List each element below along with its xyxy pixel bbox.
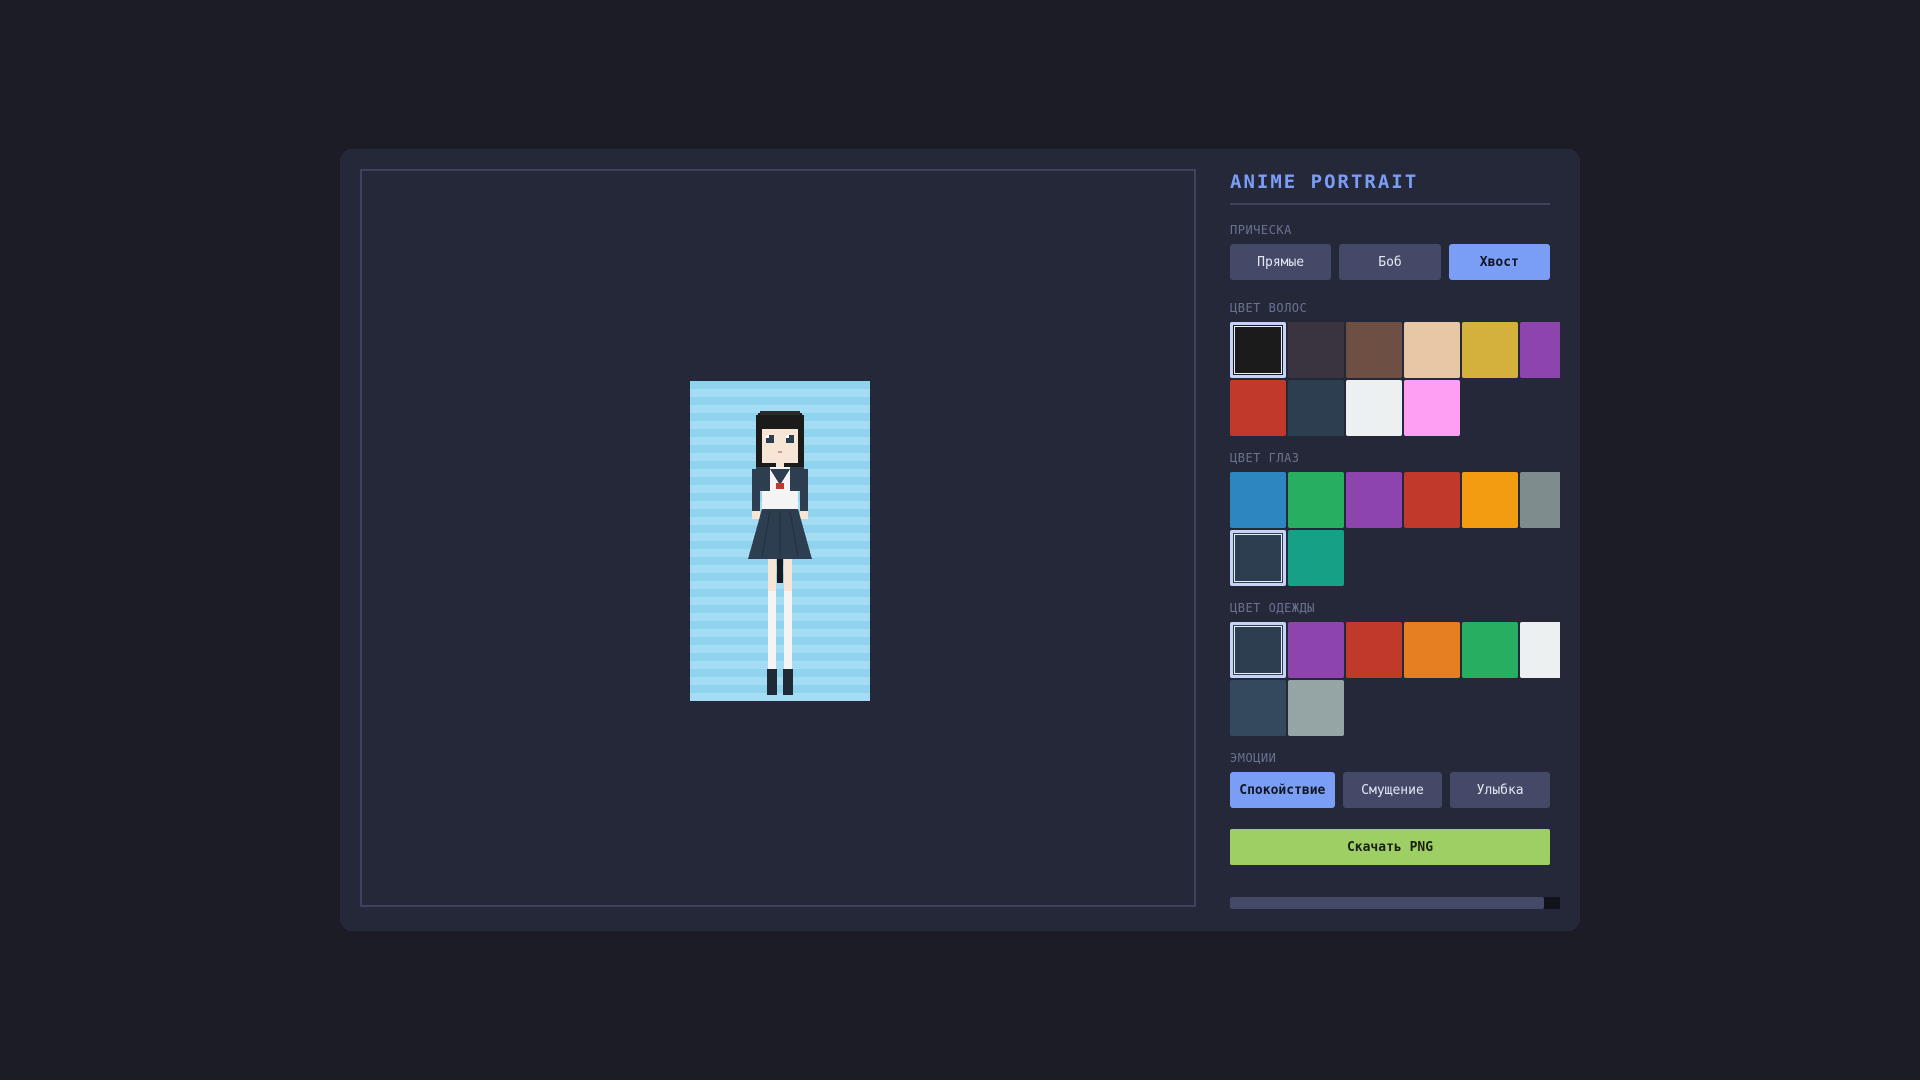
clothes-color-swatch[interactable] <box>1346 622 1402 678</box>
canvas-stage <box>360 169 1196 907</box>
clothes-color-swatch[interactable] <box>1462 622 1518 678</box>
hair-tail <box>777 559 783 583</box>
emotion-button-embarrassed[interactable]: Смущение <box>1342 772 1443 808</box>
hair-color-swatch[interactable] <box>1462 322 1518 378</box>
eye-color-swatch[interactable] <box>1288 472 1344 528</box>
hairstyle-options: Прямые Боб Хвост <box>1230 244 1550 280</box>
eye-color-swatch[interactable] <box>1404 472 1460 528</box>
shoe-right <box>783 669 793 695</box>
hairstyle-button-straight[interactable]: Прямые <box>1230 244 1332 280</box>
emotion-button-smile[interactable]: Улыбка <box>1450 772 1550 808</box>
mouth <box>778 451 782 453</box>
arm-right <box>800 469 808 513</box>
bow <box>776 483 784 489</box>
hair-top <box>760 411 800 415</box>
shoe-left <box>767 669 777 695</box>
download-png-button[interactable]: Скачать PNG <box>1230 829 1550 865</box>
panel-scrollbar[interactable] <box>1230 897 1560 909</box>
hair-color-swatch[interactable] <box>1288 322 1344 378</box>
eye-color-swatch[interactable] <box>1288 530 1344 586</box>
eye-color-label: ЦВЕТ ГЛАЗ <box>1230 451 1300 465</box>
hair-color-swatch[interactable] <box>1288 380 1344 436</box>
clothes-color-swatch[interactable] <box>1520 622 1560 678</box>
character-sprite <box>748 411 812 695</box>
hair-color-swatch[interactable] <box>1404 322 1460 378</box>
hair-color-swatch[interactable] <box>1230 322 1286 378</box>
hairstyle-button-ponytail[interactable]: Хвост <box>1448 244 1550 280</box>
app-title: ANIME PORTRAIT <box>1230 171 1419 193</box>
eye-color-swatches <box>1230 472 1560 586</box>
hair-color-swatch[interactable] <box>1520 322 1560 378</box>
hair-color-swatch[interactable] <box>1346 322 1402 378</box>
sock-left <box>768 591 776 669</box>
portrait-canvas <box>690 381 870 701</box>
hair-color-swatch[interactable] <box>1230 380 1286 436</box>
eye-color-swatch[interactable] <box>1462 472 1518 528</box>
sock-right <box>784 591 792 669</box>
arm-left <box>752 469 760 513</box>
clothes-color-swatch[interactable] <box>1230 622 1286 678</box>
clothes-color-swatch[interactable] <box>1288 680 1344 736</box>
clothes-color-swatch[interactable] <box>1404 622 1460 678</box>
eye-color-grid <box>1230 472 1560 586</box>
clothes-color-swatch[interactable] <box>1230 680 1286 736</box>
hair-color-swatch[interactable] <box>1404 380 1460 436</box>
eye-color-swatch[interactable] <box>1520 472 1560 528</box>
app-window: ANIME PORTRAIT ПРИЧЕСКА Прямые Боб Хвост… <box>340 149 1580 931</box>
controls-panel: ANIME PORTRAIT ПРИЧЕСКА Прямые Боб Хвост… <box>1230 169 1560 909</box>
emotion-label: ЭМОЦИИ <box>1230 751 1277 765</box>
hair-bangs <box>758 413 802 429</box>
clothes-color-grid <box>1230 622 1560 736</box>
hand-right <box>800 511 808 519</box>
hair-color-swatches <box>1230 322 1560 436</box>
eye-left-shine <box>766 435 769 438</box>
eye-right-shine <box>786 435 789 438</box>
clothes-color-swatch[interactable] <box>1288 622 1344 678</box>
hair-color-label: ЦВЕТ ВОЛОС <box>1230 301 1308 315</box>
hair-color-grid <box>1230 322 1560 436</box>
emotion-options: Спокойствие Смущение Улыбка <box>1230 772 1550 808</box>
eye-color-swatch[interactable] <box>1230 472 1286 528</box>
scrollbar-thumb[interactable] <box>1230 897 1544 909</box>
clothes-color-swatches <box>1230 622 1560 736</box>
eye-color-swatch[interactable] <box>1346 472 1402 528</box>
hairstyle-label: ПРИЧЕСКА <box>1230 223 1292 237</box>
hairstyle-button-bob[interactable]: Боб <box>1339 244 1441 280</box>
title-divider <box>1230 203 1550 205</box>
emotion-button-calm[interactable]: Спокойствие <box>1230 772 1335 808</box>
hand-left <box>752 511 760 519</box>
hair-color-swatch[interactable] <box>1346 380 1402 436</box>
clothes-color-label: ЦВЕТ ОДЕЖДЫ <box>1230 601 1315 615</box>
eye-color-swatch[interactable] <box>1230 530 1286 586</box>
